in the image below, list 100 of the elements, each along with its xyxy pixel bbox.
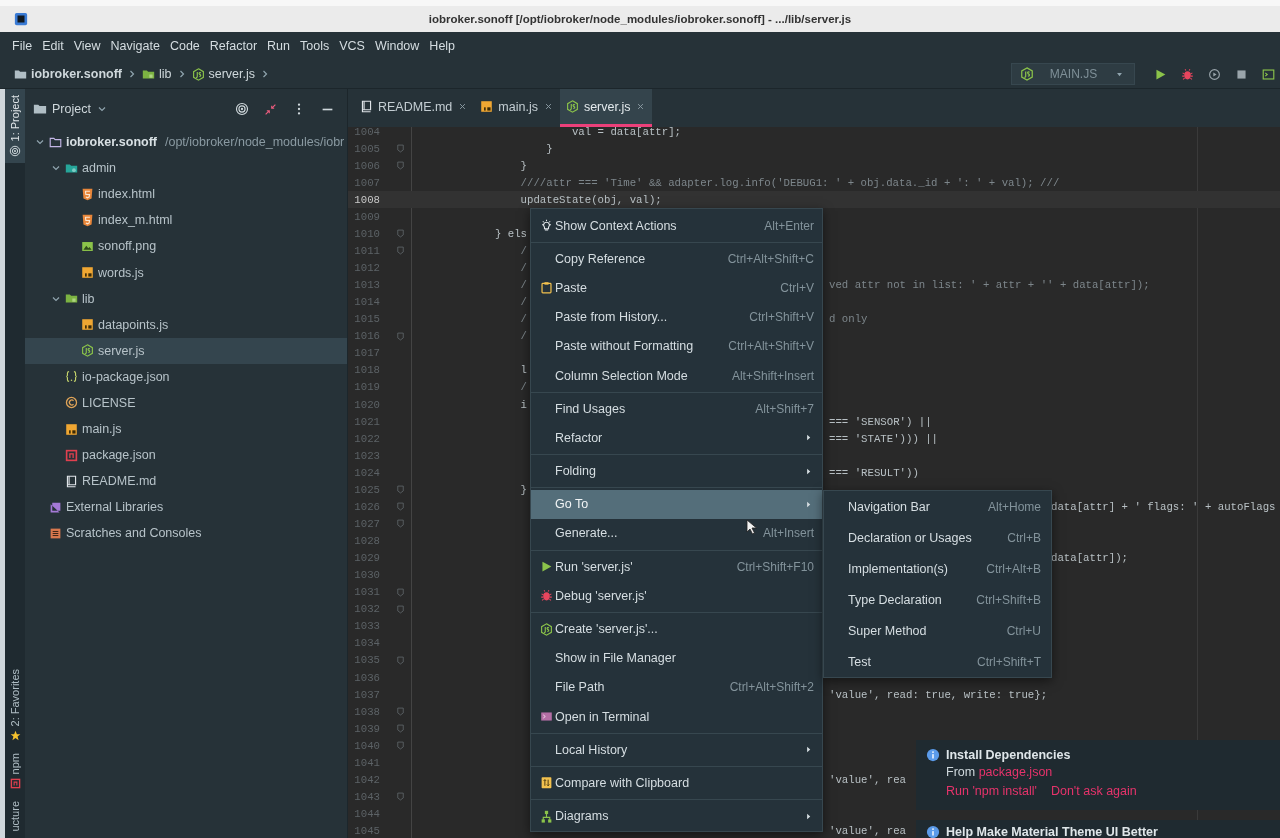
context-menu-item[interactable]: Copy Reference Ctrl+Alt+Shift+C [531,244,822,274]
context-menu-item[interactable]: File Path Ctrl+Alt+Shift+2 [531,672,822,702]
context-menu-item[interactable]: Paste without Formatting Ctrl+Alt+Shift+V [531,331,822,361]
editor-tab[interactable]: main.js [474,89,560,127]
context-menu-item[interactable]: Folding [531,456,822,486]
tree-item[interactable]: sonoff.png [25,233,347,260]
tree-item[interactable]: datapoints.js [25,311,347,338]
terminal-icon[interactable] [1262,67,1275,81]
fold-marker-icon[interactable] [395,586,406,598]
context-menu-item[interactable]: Paste Ctrl+V [531,273,822,303]
locate-icon[interactable] [235,102,249,116]
tree-item[interactable]: main.js [25,416,347,443]
tool-window-button[interactable]: 2: Favorites [5,662,25,747]
tree-label: admin [82,161,117,176]
submenu-item[interactable]: Super Method Ctrl+U [824,615,1051,646]
tree-item[interactable]: LICENSE [25,389,347,417]
context-menu-item[interactable]: Column Selection Mode Alt+Shift+Insert [531,360,822,391]
context-menu-item[interactable]: Local History [531,735,822,765]
line-number: 1012 [353,262,380,275]
fold-marker-icon[interactable] [395,484,406,496]
breadcrumb-item[interactable]: lib [159,67,172,81]
tool-window-button[interactable]: 1: Project [5,89,25,164]
submenu-item[interactable]: Test Ctrl+Shift+T [824,646,1051,677]
context-menu-item[interactable]: Paste from History... Ctrl+Shift+V [531,302,822,332]
tree-label: io-package.json [82,369,170,384]
submenu-item[interactable]: Type Declaration Ctrl+Shift+B [824,584,1051,615]
fold-marker-icon[interactable] [395,723,406,735]
debug-icon[interactable] [1181,67,1194,81]
menu-item[interactable]: Window [369,36,425,56]
fold-marker-icon[interactable] [395,740,406,752]
tree-item[interactable]: io-package.json [25,363,347,390]
context-menu-item[interactable]: Debug 'server.js' [531,581,822,611]
coverage-icon[interactable] [1208,67,1221,81]
tree-item[interactable]: Scratches and Consoles [25,520,347,547]
menu-item[interactable]: Run [262,36,295,56]
context-menu-item[interactable]: Open in Terminal [531,702,822,732]
fold-marker-icon[interactable] [395,160,406,172]
fold-marker-icon[interactable] [395,143,406,155]
notification-title: Install Dependencies [946,748,1072,762]
collapse-icon[interactable] [264,102,277,116]
fold-marker-icon[interactable] [395,706,406,718]
menu-item[interactable]: Refactor [204,36,263,56]
menu-item[interactable]: Code [164,36,205,56]
hexagon-icon [191,67,205,81]
menu-item[interactable]: File [7,36,38,56]
editor-tab[interactable]: README.md [354,89,475,127]
submenu-item[interactable]: Declaration or Usages Ctrl+B [824,522,1051,553]
code-text: } els [493,227,528,240]
menu-item[interactable]: Edit [37,36,69,56]
context-menu-item[interactable]: Find Usages Alt+Shift+7 [531,394,822,424]
context-menu-item[interactable]: Generate... Alt+Insert [531,518,822,549]
context-menu-item[interactable]: Show Context Actions Alt+Enter [531,211,822,241]
breadcrumb-item[interactable]: iobroker.sonoff [31,67,122,81]
tree-item[interactable]: External Libraries [25,494,347,521]
panel-title[interactable]: Project [52,102,91,116]
context-menu-item[interactable]: Diagrams [531,801,822,831]
context-menu-item[interactable]: Create 'server.js'... [531,614,822,644]
breadcrumb-item[interactable]: server.js [208,67,256,81]
submenu-item[interactable]: Navigation Bar Alt+Home [824,491,1051,522]
tree-item[interactable]: admin [25,155,347,182]
tree-item[interactable]: index.html [25,181,347,208]
menu-item[interactable]: View [68,36,106,56]
fold-marker-icon[interactable] [395,330,406,342]
tree-item[interactable]: words.js [25,259,347,286]
fold-marker-icon[interactable] [395,228,406,240]
tree-item[interactable]: iobroker.sonoff /opt/iobroker/node_modules/iobr [25,129,347,156]
context-menu-item[interactable]: Show in File Manager [531,643,822,673]
notification-action-link[interactable]: Run 'npm install' [946,784,1037,798]
notification-action-link[interactable]: Don't ask again [1050,784,1137,798]
menu-item[interactable]: VCS [334,36,370,56]
context-menu-item[interactable]: Run 'server.js' Ctrl+Shift+F10 [531,552,822,582]
tree-item[interactable]: README.md [25,468,347,495]
code-text: 'value', rea [829,773,906,786]
tree-item[interactable]: package.json [25,442,347,469]
stop-icon[interactable] [1235,67,1248,81]
tree-item[interactable]: index_m.html [25,207,347,234]
menu-item[interactable]: Tools [295,36,335,56]
tool-window-button[interactable]: ucture [5,795,25,838]
tree-item[interactable]: server.js [25,337,347,364]
info-icon [926,825,940,838]
context-menu-item[interactable]: Compare with Clipboard [531,768,822,798]
menu-item[interactable]: Navigate [105,36,165,56]
fold-marker-icon[interactable] [395,245,406,257]
tool-window-button[interactable]: npm [5,747,25,796]
tree-label: index_m.html [98,213,173,228]
file-link[interactable]: package.json [978,765,1053,779]
fold-marker-icon[interactable] [395,603,406,615]
run-icon[interactable] [1154,67,1167,81]
context-menu-item[interactable]: Go To [531,489,822,519]
run-configuration-dropdown[interactable]: MAIN.JS [1011,63,1135,85]
fold-marker-icon[interactable] [395,501,406,513]
context-menu-item[interactable]: Refactor [531,423,822,453]
editor-tab[interactable]: server.js [559,89,653,127]
fold-marker-icon[interactable] [395,518,406,530]
menu-item[interactable]: Help [424,36,461,56]
fold-marker-icon[interactable] [395,654,406,666]
submenu-item[interactable]: Implementation(s) Ctrl+Alt+B [824,553,1051,584]
code-text: 'value', read: true, write: true}; [829,688,1048,701]
fold-marker-icon[interactable] [395,791,406,803]
tree-item[interactable]: lib [25,285,347,312]
